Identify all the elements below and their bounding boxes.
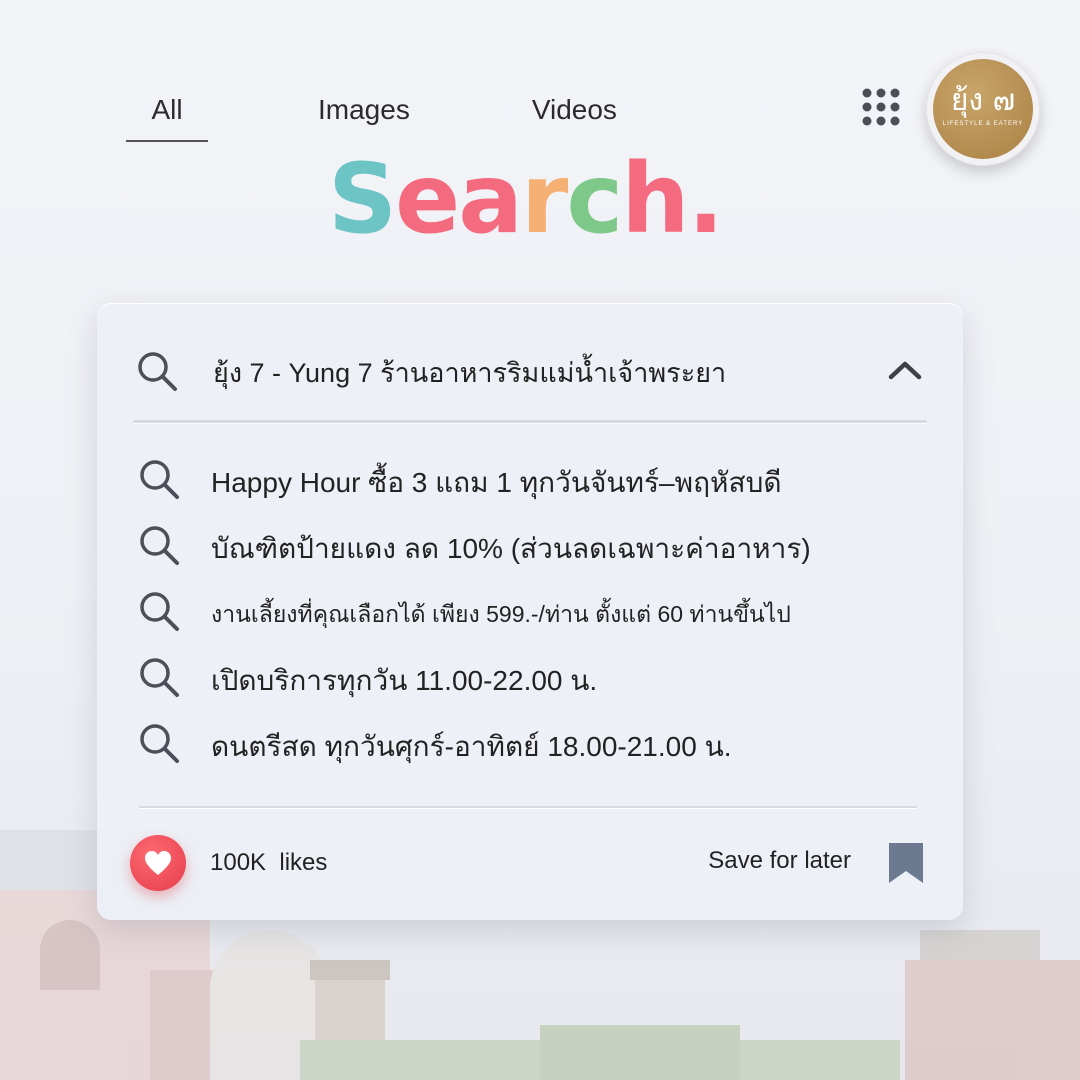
hut	[315, 980, 385, 1040]
suggestion-list: Happy Hour ซื้อ 3 แถม 1 ทุกวันจันทร์–พฤห…	[135, 453, 925, 783]
hedge	[300, 1040, 900, 1080]
search-heading: Search.	[0, 144, 1050, 254]
suggestion-item[interactable]: บัณฑิตป้ายแดง ลด 10% (ส่วนลดเฉพาะค่าอาหา…	[135, 519, 925, 585]
suggestion-text: งานเลี้ยงที่คุณเลือกได้ เพียง 599.-/ท่าน…	[211, 601, 791, 627]
suggestion-text: เปิดบริการทุกวัน 11.00-22.00 น.	[211, 665, 598, 696]
search-heading-letter: e	[395, 143, 460, 255]
search-icon	[135, 349, 179, 398]
card-footer: 100K likes Save for later	[130, 833, 925, 893]
likes-count: 100K likes	[210, 849, 328, 876]
search-query-text[interactable]: ยุ้ง 7 - Yung 7 ร้านอาหารริมแม่น้ำเจ้าพร…	[213, 351, 726, 394]
chevron-up-icon[interactable]	[885, 355, 925, 385]
suggestion-item[interactable]: งานเลี้ยงที่คุณเลือกได้ เพียง 599.-/ท่าน…	[135, 585, 925, 651]
search-icon	[137, 655, 181, 704]
search-query-row[interactable]: ยุ้ง 7 - Yung 7 ร้านอาหารริมแม่น้ำเจ้าพร…	[135, 345, 925, 393]
building-arch	[210, 930, 330, 1080]
building-right	[905, 960, 1080, 1080]
search-heading-letter: a	[458, 143, 523, 255]
apps-grid-icon[interactable]	[862, 88, 900, 126]
search-heading-letter: c	[566, 143, 623, 255]
save-for-later-link[interactable]: Save for later	[708, 847, 851, 875]
tab-images[interactable]: Images	[318, 88, 410, 140]
logo-mark: ยุ้ง ๗	[950, 83, 1016, 118]
tab-all[interactable]: All	[126, 88, 208, 142]
bookmark-icon[interactable]	[887, 841, 925, 885]
suggestion-text: ดนตรีสด ทุกวันศุกร์-อาทิตย์ 18.00-21.00 …	[211, 731, 732, 762]
search-icon	[137, 457, 181, 506]
search-tabs: All Images Videos	[126, 88, 617, 142]
suggestion-item[interactable]: Happy Hour ซื้อ 3 แถม 1 ทุกวันจันทร์–พฤห…	[135, 453, 925, 519]
search-heading-letter: r	[520, 143, 568, 255]
logo-subtitle: LIFESTYLE & EATERY	[942, 121, 1024, 127]
suggestion-item[interactable]: เปิดบริการทุกวัน 11.00-22.00 น.	[135, 651, 925, 717]
heart-icon	[145, 851, 171, 875]
search-icon	[137, 589, 181, 638]
divider	[139, 806, 917, 808]
like-button[interactable]	[130, 835, 186, 891]
suggestion-item[interactable]: ดนตรีสด ทุกวันศุกร์-อาทิตย์ 18.00-21.00 …	[135, 717, 925, 783]
search-heading-letter: .	[687, 143, 724, 255]
search-icon	[137, 523, 181, 572]
tab-videos[interactable]: Videos	[532, 88, 617, 140]
suggestion-text: Happy Hour ซื้อ 3 แถม 1 ทุกวันจันทร์–พฤห…	[211, 467, 782, 498]
search-icon	[137, 721, 181, 770]
search-card: ยุ้ง 7 - Yung 7 ร้านอาหารริมแม่น้ำเจ้าพร…	[97, 303, 963, 920]
divider	[133, 420, 927, 423]
search-heading-letter: h	[621, 143, 689, 255]
suggestion-text: บัณฑิตป้ายแดง ลด 10% (ส่วนลดเฉพาะค่าอาหา…	[211, 533, 811, 564]
search-heading-letter: S	[327, 143, 397, 255]
